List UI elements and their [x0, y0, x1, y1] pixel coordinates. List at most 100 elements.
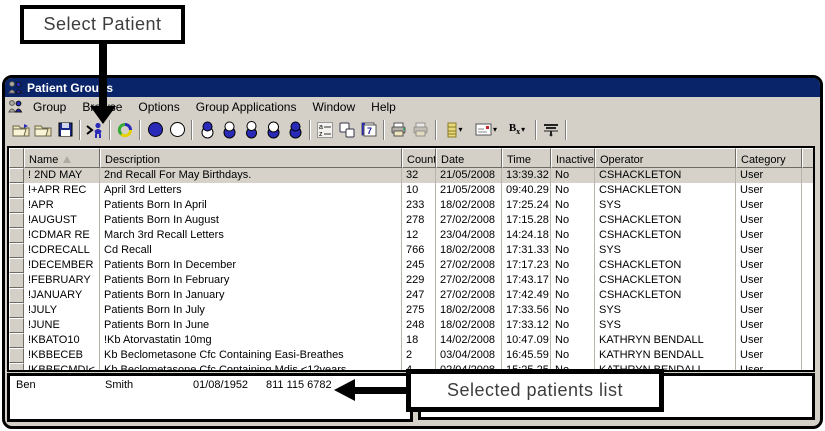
cell-time[interactable]: 17:33.12 [502, 318, 551, 333]
cell-operator[interactable]: SYS [595, 198, 736, 213]
cell-description[interactable]: !Kb Atorvastatin 10mg [100, 333, 402, 348]
cell-date[interactable]: 27/02/2008 [436, 273, 502, 288]
cell-inactive[interactable]: No [551, 168, 595, 183]
cell-operator[interactable]: CSHACKLETON [595, 288, 736, 303]
cell-name[interactable]: !AUGUST [24, 213, 100, 228]
row-selector[interactable] [9, 243, 24, 258]
cell-description[interactable]: March 3rd Recall Letters [100, 228, 402, 243]
menu-item-window[interactable]: Window [304, 98, 363, 116]
cell-category[interactable]: User [736, 333, 802, 348]
remove-field-dropdown-button[interactable]: Bx▾ [502, 119, 532, 141]
cell-count[interactable]: 12 [402, 228, 436, 243]
cell-name[interactable]: !FEBRUARY [24, 273, 100, 288]
table-row[interactable]: !DECEMBERPatients Born In December24527/… [9, 258, 813, 273]
cell-description[interactable]: Patients Born In July [100, 303, 402, 318]
open-folder-button[interactable] [32, 119, 54, 141]
cell-category[interactable]: User [736, 258, 802, 273]
cell-name[interactable]: !APR [24, 198, 100, 213]
cell-inactive[interactable]: No [551, 183, 595, 198]
row-selector[interactable] [9, 183, 24, 198]
combine-both-blue-button[interactable] [284, 119, 306, 141]
cell-description[interactable]: Patients Born In August [100, 213, 402, 228]
print-preview-button[interactable] [410, 119, 432, 141]
cell-inactive[interactable]: No [551, 333, 595, 348]
cell-time[interactable]: 09:40.29 [502, 183, 551, 198]
print-button[interactable] [388, 119, 410, 141]
cell-category[interactable]: User [736, 288, 802, 303]
cell-time[interactable]: 17:17.23 [502, 258, 551, 273]
refresh-group-button[interactable] [114, 119, 136, 141]
cell-date[interactable]: 14/02/2008 [436, 333, 502, 348]
cell-time[interactable]: 17:31.33 [502, 243, 551, 258]
cell-name[interactable]: !KBATO10 [24, 333, 100, 348]
combine-top-blue-button[interactable] [196, 119, 218, 141]
cell-count[interactable]: 245 [402, 258, 436, 273]
cell-name[interactable]: ! 2ND MAY [24, 168, 100, 183]
cell-date[interactable]: 27/02/2008 [436, 288, 502, 303]
cell-inactive[interactable]: No [551, 303, 595, 318]
cell-description[interactable]: Kb Beclometasone Cfc Containing Easi-Bre… [100, 348, 402, 363]
cell-count[interactable]: 32 [402, 168, 436, 183]
cell-operator[interactable]: SYS [595, 243, 736, 258]
cell-operator[interactable]: SYS [595, 318, 736, 333]
cell-inactive[interactable]: No [551, 198, 595, 213]
header-row-selector[interactable] [9, 148, 24, 168]
menu-item-group-applications[interactable]: Group Applications [188, 98, 305, 116]
row-selector[interactable] [9, 303, 24, 318]
cell-category[interactable]: User [736, 228, 802, 243]
table-row[interactable]: ! 2ND MAY2nd Recall For May Birthdays.32… [9, 168, 813, 183]
cell-count[interactable]: 233 [402, 198, 436, 213]
cell-name[interactable]: !JULY [24, 303, 100, 318]
table-row[interactable]: !KBBECEBKb Beclometasone Cfc Containing … [9, 348, 813, 363]
cell-date[interactable]: 27/02/2008 [436, 258, 502, 273]
cell-name[interactable]: !KBBECMDI< [24, 363, 100, 372]
cell-operator[interactable]: CSHACKLETON [595, 258, 736, 273]
header-operator[interactable]: Operator [595, 148, 736, 168]
cell-operator[interactable]: KATHRYN BENDALL [595, 333, 736, 348]
cell-operator[interactable]: CSHACKLETON [595, 183, 736, 198]
cell-category[interactable]: User [736, 303, 802, 318]
row-selector[interactable] [9, 213, 24, 228]
header-category[interactable]: Category [736, 148, 802, 168]
header-time[interactable]: Time [502, 148, 551, 168]
cell-description[interactable]: 2nd Recall For May Birthdays. [100, 168, 402, 183]
view-list-dropdown-button[interactable]: ▾ [440, 119, 470, 141]
cell-date[interactable]: 18/02/2008 [436, 303, 502, 318]
cell-time[interactable]: 17:15.28 [502, 213, 551, 228]
header-description[interactable]: Description [100, 148, 402, 168]
cell-name[interactable]: !JANUARY [24, 288, 100, 303]
header-name[interactable]: Name [24, 148, 100, 168]
cell-name[interactable]: !DECEMBER [24, 258, 100, 273]
cell-time[interactable]: 17:42.49 [502, 288, 551, 303]
combine-split-button[interactable] [240, 119, 262, 141]
menu-item-options[interactable]: Options [130, 98, 187, 116]
cell-name[interactable]: !CDMAR RE [24, 228, 100, 243]
circle-empty-button[interactable] [166, 119, 188, 141]
cell-operator[interactable]: KATHRYN BENDALL [595, 348, 736, 363]
table-row[interactable]: !APRPatients Born In April23318/02/20081… [9, 198, 813, 213]
copy-group-button[interactable] [336, 119, 358, 141]
cell-date[interactable]: 18/02/2008 [436, 198, 502, 213]
table-row[interactable]: !CDMAR REMarch 3rd Recall Letters1223/04… [9, 228, 813, 243]
row-selector[interactable] [9, 333, 24, 348]
cell-category[interactable]: User [736, 243, 802, 258]
row-selector[interactable] [9, 288, 24, 303]
fit-columns-button[interactable] [540, 119, 562, 141]
cell-inactive[interactable]: No [551, 273, 595, 288]
header-count[interactable]: Count [402, 148, 436, 168]
cell-inactive[interactable]: No [551, 228, 595, 243]
cell-description[interactable]: Patients Born In December [100, 258, 402, 273]
cell-count[interactable]: 766 [402, 243, 436, 258]
cell-description[interactable]: Kb Beclometasone Cfc Containing Mdis <12… [100, 363, 402, 372]
row-selector[interactable] [9, 228, 24, 243]
table-row[interactable]: !AUGUSTPatients Born In August27827/02/2… [9, 213, 813, 228]
cell-operator[interactable]: CSHACKLETON [595, 213, 736, 228]
cell-count[interactable]: 275 [402, 303, 436, 318]
row-selector[interactable] [9, 198, 24, 213]
cell-name[interactable]: !JUNE [24, 318, 100, 333]
menu-item-help[interactable]: Help [363, 98, 404, 116]
cell-inactive[interactable]: No [551, 288, 595, 303]
cell-inactive[interactable]: No [551, 348, 595, 363]
cell-operator[interactable]: CSHACKLETON [595, 228, 736, 243]
table-row[interactable]: !JULYPatients Born In July27518/02/20081… [9, 303, 813, 318]
